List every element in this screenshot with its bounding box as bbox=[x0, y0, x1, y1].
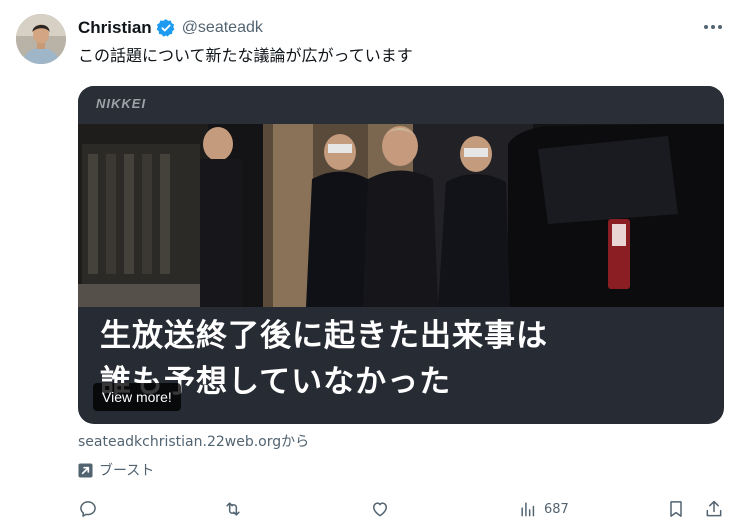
author-name[interactable]: Christian bbox=[78, 18, 152, 38]
repost-icon bbox=[226, 502, 240, 516]
more-icon[interactable] bbox=[702, 17, 724, 37]
headline-line-2: 誰も予想していなかった bbox=[100, 364, 452, 400]
boost-button[interactable]: ブースト bbox=[78, 460, 154, 480]
action-bar: 687 bbox=[70, 494, 732, 524]
like-icon bbox=[373, 502, 387, 517]
view-more-button[interactable]: View more! bbox=[93, 383, 181, 411]
card-headline: 生放送終了後に起きた出来事は 誰も予想していなかった bbox=[100, 313, 710, 405]
reply-button[interactable] bbox=[78, 494, 98, 524]
publisher-logo: NIKKEI bbox=[96, 96, 147, 111]
bookmark-icon bbox=[670, 501, 682, 517]
views-icon bbox=[521, 502, 535, 517]
author-handle[interactable]: @seateadk bbox=[182, 19, 263, 37]
bookmark-button[interactable] bbox=[666, 494, 686, 524]
like-button[interactable] bbox=[370, 494, 390, 524]
views-count: 687 bbox=[544, 501, 569, 517]
card-photo bbox=[78, 124, 724, 307]
share-icon bbox=[706, 500, 722, 517]
avatar[interactable] bbox=[16, 14, 66, 64]
card-source-link[interactable]: seateadkchristian.22web.orgから bbox=[78, 432, 309, 452]
link-card[interactable]: NIKKEI 生放送終了後に起きた出来事は 誰も予想していなかった View m… bbox=[78, 86, 724, 424]
tweet-header: Christian @seateadk bbox=[78, 17, 263, 39]
headline-line-1: 生放送終了後に起きた出来事は bbox=[100, 318, 548, 354]
boost-label: ブースト bbox=[99, 463, 155, 479]
verified-badge-icon bbox=[156, 19, 175, 37]
reply-icon bbox=[80, 501, 96, 517]
card-header-bar: NIKKEI bbox=[78, 86, 724, 124]
repost-button[interactable] bbox=[223, 494, 243, 524]
share-button[interactable] bbox=[704, 494, 724, 524]
tweet-text: この話題について新たな議論が広がっています bbox=[78, 46, 413, 65]
views-button[interactable]: 687 bbox=[518, 494, 569, 524]
boost-icon bbox=[78, 462, 93, 478]
